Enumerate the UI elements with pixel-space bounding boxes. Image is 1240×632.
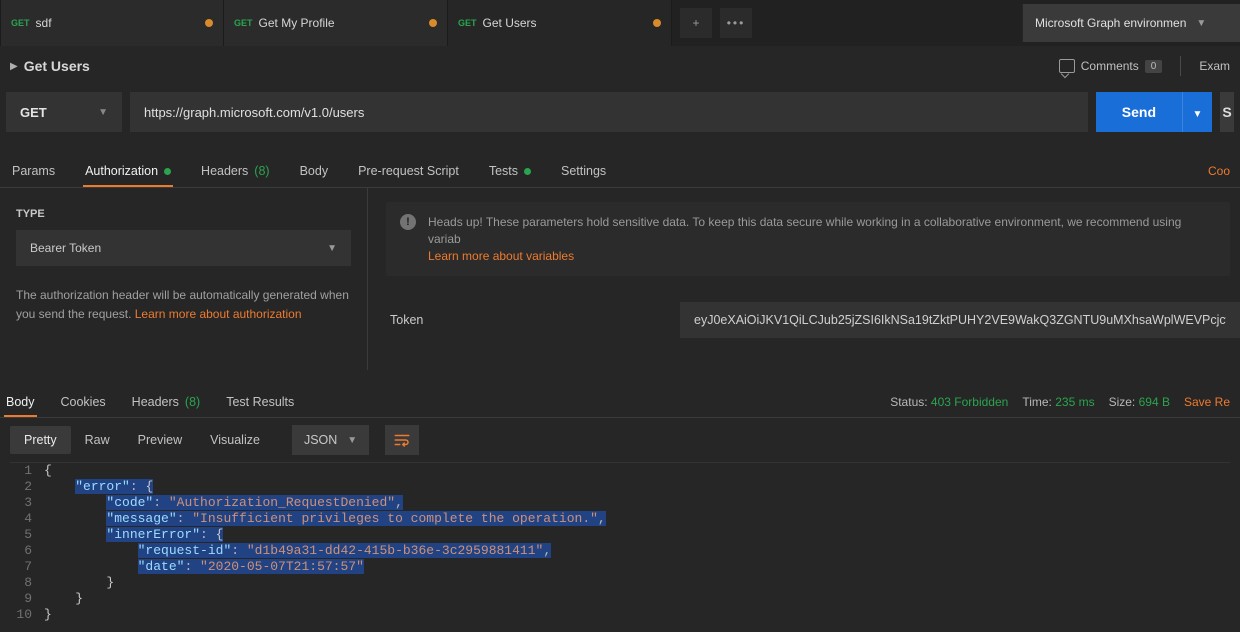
new-tab-button[interactable]: + [680,8,712,38]
url-row: GET ▼ Send ▼ S [0,86,1240,138]
save-response-button[interactable]: Save Re [1184,395,1230,409]
response-meta: Status: 403 Forbidden Time: 235 ms Size:… [890,395,1230,417]
viewer-toolbar: Pretty Raw Preview Visualize JSON ▼ [0,418,1240,462]
time-value: 235 ms [1055,395,1094,409]
tab-label: Headers [201,164,248,178]
headers-count: (8) [254,164,269,178]
auth-type-dropdown[interactable]: Bearer Token ▼ [16,230,351,266]
chevron-down-icon: ▼ [98,107,108,118]
size-label: Size: [1109,395,1136,409]
plus-icon: + [692,16,699,30]
environment-dropdown[interactable]: Microsoft Graph environmen ▼ [1022,4,1240,42]
auth-help-text: The authorization header will be automat… [16,286,351,323]
environment-label: Microsoft Graph environmen [1035,16,1186,30]
token-label: Token [390,313,650,327]
comment-icon [1059,59,1075,73]
title-row: ▶ Get Users Comments 0 Exam [0,46,1240,86]
wrap-lines-button[interactable] [385,425,419,455]
status-dot-icon [164,168,171,175]
type-label: TYPE [16,208,351,220]
cookies-link[interactable]: Coo [1208,164,1230,187]
auth-right-pane: ! Heads up! These parameters hold sensit… [368,188,1240,370]
size-value: 694 B [1139,395,1170,409]
status-label: Status: [890,395,927,409]
method-badge: GET [458,18,477,28]
method-badge: GET [234,18,253,28]
status-value: 403 Forbidden [931,395,1008,409]
tab-authorization[interactable]: Authorization [83,164,173,187]
auth-type-value: Bearer Token [30,241,101,255]
unsaved-dot-icon [429,19,437,27]
request-tabs: Params Authorization Headers (8) Body Pr… [0,150,1240,188]
tab-label: Get Users [483,16,647,30]
examples-button[interactable]: Exam [1199,59,1230,73]
format-value: JSON [304,433,337,447]
divider [1180,56,1181,76]
resp-headers-count: (8) [185,395,200,409]
response-body-viewer[interactable]: 1{ 2 "error": { 3 "code": "Authorization… [10,462,1230,623]
auth-left-pane: TYPE Bearer Token ▼ The authorization he… [0,188,368,370]
banner-link[interactable]: Learn more about variables [428,249,574,263]
http-method-dropdown[interactable]: GET ▼ [6,92,122,132]
tab-headers[interactable]: Headers (8) [199,164,272,187]
comments-count-badge: 0 [1145,60,1163,73]
resp-tab-cookies[interactable]: Cookies [59,395,108,417]
chevron-down-icon: ▼ [1193,109,1203,120]
method-value: GET [20,105,47,120]
view-raw[interactable]: Raw [71,426,124,454]
send-button[interactable]: Send [1096,92,1182,132]
more-icon: ••• [727,16,746,30]
unsaved-dot-icon [653,19,661,27]
tab-label: Headers [132,395,179,409]
tab-label: Authorization [85,164,158,178]
tab-get-my-profile[interactable]: GET Get My Profile [224,0,448,46]
save-button[interactable]: S [1220,92,1234,132]
unsaved-dot-icon [205,19,213,27]
auth-help-link[interactable]: Learn more about authorization [135,307,302,321]
view-visualize[interactable]: Visualize [196,426,274,454]
time-label: Time: [1022,395,1052,409]
banner-text: Heads up! These parameters hold sensitiv… [428,215,1181,246]
authorization-panel: TYPE Bearer Token ▼ The authorization he… [0,188,1240,370]
view-pretty[interactable]: Pretty [10,426,71,454]
tab-label: sdf [36,16,199,30]
tab-settings[interactable]: Settings [559,164,608,187]
view-preview[interactable]: Preview [124,426,196,454]
token-row: Token [390,302,1240,338]
tab-strip: GET sdf GET Get My Profile GET Get Users [0,0,672,46]
resp-tab-body[interactable]: Body [4,395,37,417]
collapse-icon[interactable]: ▶ [10,61,18,72]
send-dropdown-button[interactable]: ▼ [1182,92,1212,132]
tab-params[interactable]: Params [10,164,57,187]
response-tabs: Body Cookies Headers (8) Test Results St… [0,384,1240,418]
tab-get-users[interactable]: GET Get Users [448,0,672,46]
resp-tab-test-results[interactable]: Test Results [224,395,296,417]
tab-pre-request-script[interactable]: Pre-request Script [356,164,461,187]
wrap-icon [393,431,411,449]
chevron-down-icon: ▼ [347,435,357,446]
tab-label: Get My Profile [259,16,423,30]
comments-button[interactable]: Comments 0 [1059,59,1163,73]
chevron-down-icon: ▼ [1196,18,1206,29]
tab-label: Tests [489,164,518,178]
request-title: Get Users [24,58,90,74]
comments-label: Comments [1081,59,1139,73]
token-input[interactable] [680,302,1240,338]
top-bar: GET sdf GET Get My Profile GET Get Users… [0,0,1240,46]
tab-overflow-button[interactable]: ••• [720,8,752,38]
format-dropdown[interactable]: JSON ▼ [292,425,369,455]
method-badge: GET [11,18,30,28]
resp-tab-headers[interactable]: Headers (8) [130,395,203,417]
info-icon: ! [400,214,416,230]
tab-tests[interactable]: Tests [487,164,533,187]
chevron-down-icon: ▼ [327,243,337,254]
tab-body[interactable]: Body [298,164,331,187]
status-dot-icon [524,168,531,175]
url-input[interactable] [130,92,1088,132]
warning-banner: ! Heads up! These parameters hold sensit… [386,202,1230,276]
tab-sdf[interactable]: GET sdf [0,0,224,46]
